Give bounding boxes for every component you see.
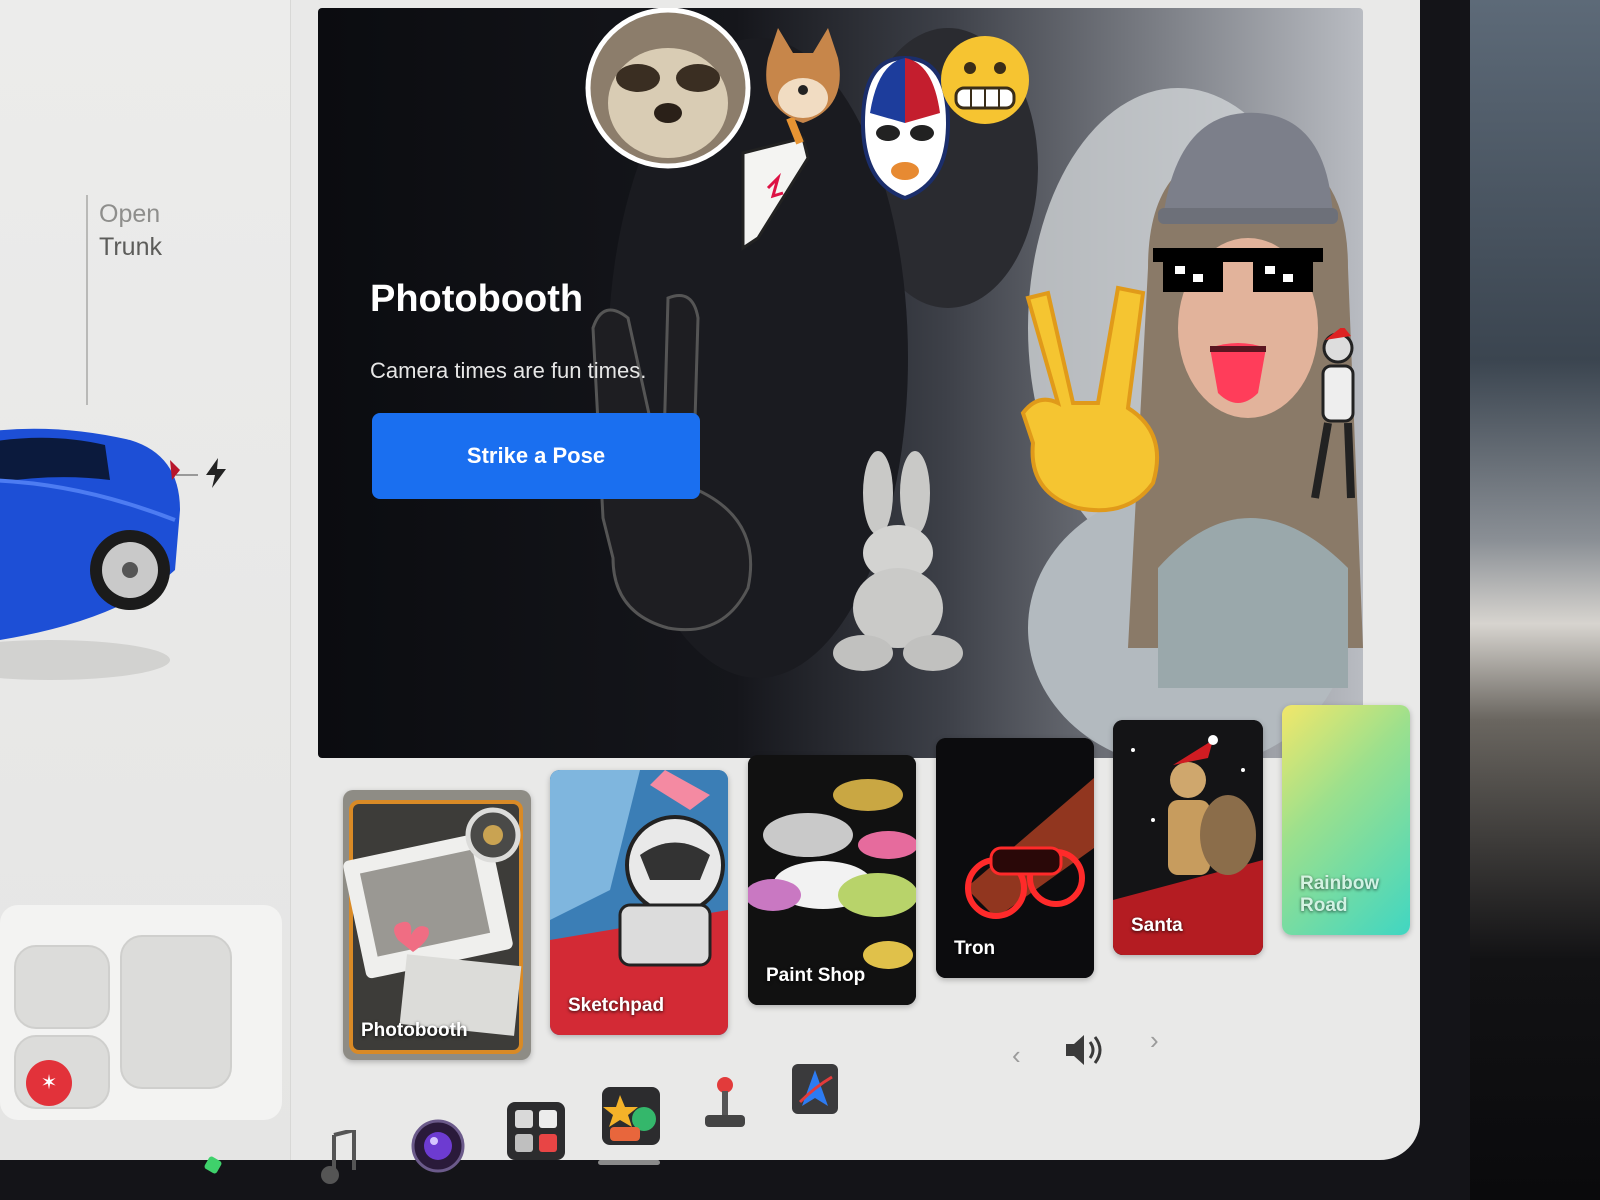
tile-label: Paint Shop: [766, 965, 866, 986]
peace-hand-emoji-sticker: [1020, 285, 1160, 513]
open-trunk-button[interactable]: Open Trunk: [99, 198, 162, 264]
lightning-icon[interactable]: [204, 458, 228, 488]
trunk-label-line2: Trunk: [99, 233, 162, 261]
vehicle-panel: Open Trunk ✶: [0, 0, 291, 1160]
touchscreen: Open Trunk ✶ Photobooth Camera times are…: [0, 0, 1470, 1200]
display-area: Open Trunk ✶ Photobooth Camera times are…: [0, 0, 1420, 1160]
tile-label: Santa: [1131, 915, 1183, 936]
navigation-icon[interactable]: [790, 1062, 840, 1117]
shiba-dog-sticker: [766, 28, 840, 123]
tile-photobooth[interactable]: Photobooth: [343, 790, 531, 1060]
camera-icon[interactable]: [410, 1118, 466, 1174]
volume-up-button[interactable]: ›: [1150, 1025, 1159, 1056]
tile-sketchpad[interactable]: Sketchpad: [550, 770, 728, 1035]
tile-label: Sketchpad: [568, 995, 665, 1016]
strike-a-pose-button[interactable]: Strike a Pose: [372, 413, 700, 499]
grimacing-emoji-sticker: [941, 36, 1029, 124]
tile-santa[interactable]: Santa: [1113, 720, 1263, 955]
tile-paint-shop[interactable]: Paint Shop: [748, 755, 916, 1005]
tile-label: Photobooth: [361, 1020, 468, 1041]
car-interior-background: [1470, 0, 1600, 1200]
tile-label: Rainbow Road: [1300, 873, 1380, 916]
trunk-label-line1: Open: [99, 200, 161, 228]
apps-icon[interactable]: [505, 1100, 567, 1162]
hero-subtitle: Camera times are fun times.: [370, 358, 647, 383]
drink-cup-sticker: [741, 118, 810, 251]
tile-label: Tron: [954, 938, 996, 959]
joystick-icon[interactable]: [700, 1075, 750, 1130]
trunk-divider: [86, 195, 88, 405]
seat-front-left[interactable]: [14, 945, 110, 1029]
volume-icon[interactable]: [1062, 1030, 1108, 1070]
toybox-icon[interactable]: [600, 1085, 662, 1147]
tongue-sticker: [1210, 343, 1266, 403]
pixel-sunglasses-sticker: [1153, 248, 1323, 292]
car-model-image: [0, 428, 180, 680]
robot-santa-sticker: [1311, 328, 1355, 499]
photobooth-hero: Photobooth Camera times are fun times. S…: [318, 8, 1363, 758]
active-app-indicator: [598, 1160, 660, 1165]
balloon-bunny-sticker: [833, 451, 963, 671]
music-icon[interactable]: [320, 1130, 360, 1190]
tile-tron[interactable]: Tron: [936, 738, 1094, 978]
tile-rainbow-road[interactable]: Rainbow Road: [1282, 705, 1410, 935]
volume-down-button[interactable]: ‹: [1012, 1040, 1021, 1071]
hero-title: Photobooth: [370, 278, 584, 320]
seat-rear-bench[interactable]: [120, 935, 232, 1089]
rear-defrost-icon[interactable]: ✶: [26, 1060, 72, 1106]
